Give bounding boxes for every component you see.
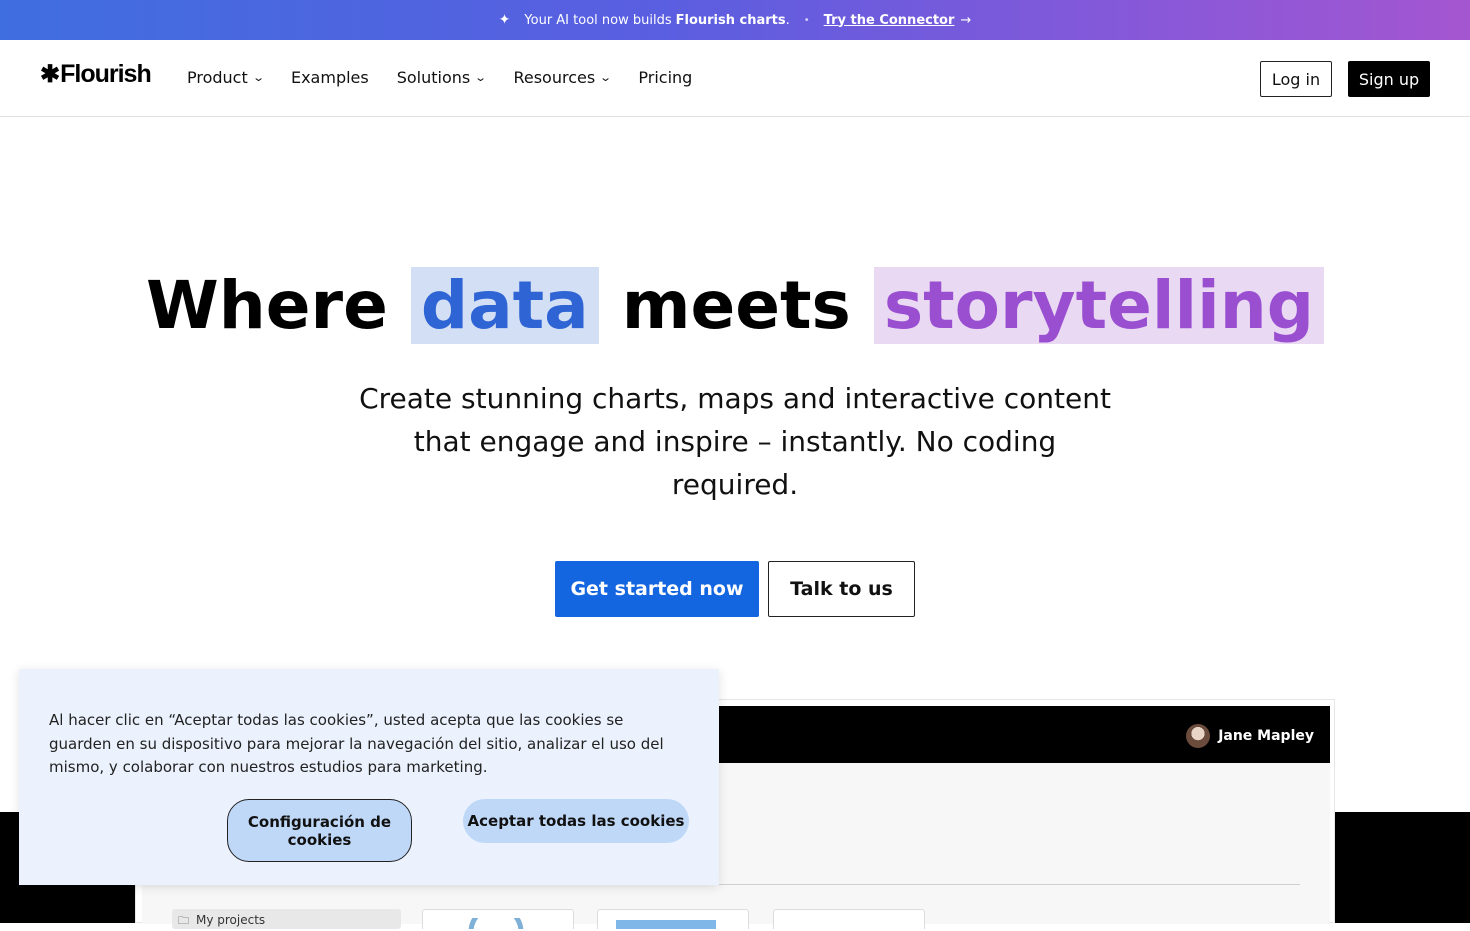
banner-separator: • [803,14,810,26]
cookie-settings-button[interactable]: Configuración de cookies [227,799,412,862]
nav-item-label: Pricing [638,68,693,87]
nav-item-resources[interactable]: Resources ⌄ [513,68,613,87]
chevron-down-icon: ⌄ [474,71,488,84]
logo-text: Flourish [60,60,152,88]
folder-label: My projects [196,913,266,927]
announcement-banner: ✦ Your AI tool now builds Flourish chart… [0,0,1470,40]
nav-item-pricing[interactable]: Pricing [638,68,692,87]
nav-item-label: Product [187,68,248,87]
signup-button[interactable]: Sign up [1348,61,1430,97]
hero-highlight-data: data [410,267,599,344]
banner-bold-text: Flourish charts [675,12,786,28]
nav-item-label: Resources [513,68,596,87]
flourish-logo[interactable]: ✱Flourish [40,60,152,89]
hero-title: Where data meets storytelling [0,261,1470,351]
try-connector-link[interactable]: Try the Connector [824,13,955,28]
talk-to-us-button[interactable]: Talk to us [768,561,915,617]
project-thumbnail [468,918,524,929]
sparkle-icon: ✦ [498,12,511,28]
chevron-down-icon: ⌄ [251,71,265,84]
nav-item-label: Solutions [396,68,471,87]
folder-icon: 🗀 [178,914,189,927]
hero-title-part: meets [621,267,851,344]
project-card [597,909,749,929]
get-started-button[interactable]: Get started now [555,561,759,617]
login-button[interactable]: Log in [1260,61,1332,97]
folder-item: 🗀 My projects [172,909,401,929]
hero-highlight-storytelling: storytelling [873,267,1324,344]
cookie-consent-dialog: Al hacer clic en “Aceptar todas las cook… [19,669,719,885]
nav-item-label: Examples [290,68,369,87]
nav-item-examples[interactable]: Examples [291,68,369,87]
hero-title-part: Where [145,267,388,344]
project-card [422,909,574,929]
user-menu: Jane Mapley [1186,724,1314,748]
accept-cookies-button[interactable]: Aceptar todas las cookies [463,799,689,843]
avatar [1186,724,1211,748]
chevron-down-icon: ⌄ [599,71,613,84]
nav-menu: Product ⌄ Examples Solutions ⌄ Resources… [187,68,692,87]
hero-subtitle: Create stunning charts, maps and interac… [359,382,1111,501]
cookie-consent-text: Al hacer clic en “Aceptar todas las cook… [49,711,664,776]
project-card [773,909,925,929]
nav-item-solutions[interactable]: Solutions ⌄ [396,68,488,87]
main-navigation: ✱Flourish Product ⌄ Examples Solutions ⌄… [0,40,1470,117]
user-name: Jane Mapley [1218,728,1314,744]
asterisk-logo-icon: ✱ [40,61,60,88]
arrow-right-icon[interactable]: → [960,13,971,28]
banner-period: . [785,12,790,28]
nav-item-product[interactable]: Product ⌄ [187,68,265,87]
project-thumbnail [616,920,716,929]
banner-text: Your AI tool now builds [524,12,672,28]
